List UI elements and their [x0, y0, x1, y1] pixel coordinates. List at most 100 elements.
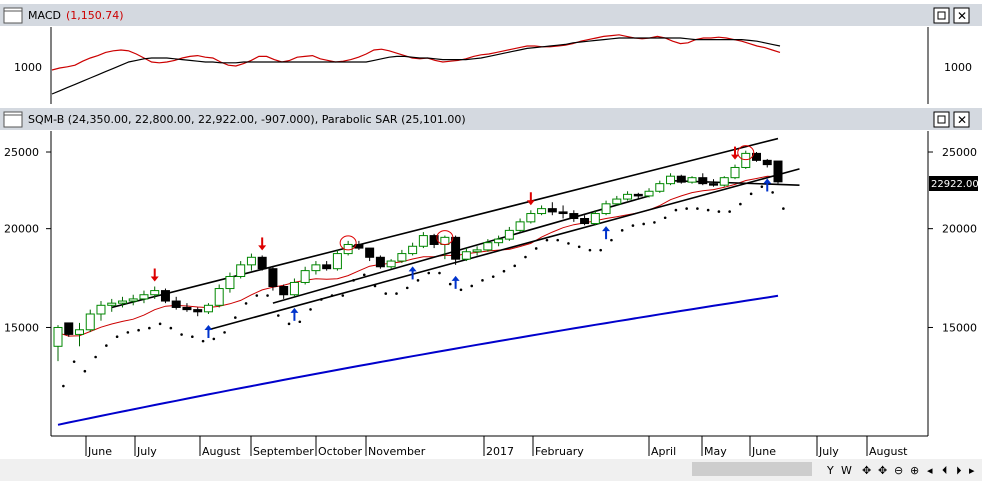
parabolic-sar-dot: [556, 238, 560, 242]
window-icon: [3, 7, 23, 24]
parabolic-sar-dot: [62, 384, 65, 388]
window-icon: [3, 111, 23, 128]
parabolic-sar-dot: [276, 314, 280, 317]
candle-up: [107, 302, 117, 306]
candle-up: [623, 193, 633, 200]
candle-down: [709, 183, 719, 186]
candle-up: [537, 208, 547, 215]
candle-down: [268, 268, 278, 288]
last-price-label: 22922.00: [931, 179, 979, 190]
x-axis-label: August: [202, 445, 241, 458]
parabolic-sar-dot: [771, 191, 774, 194]
parabolic-sar-dot: [137, 328, 140, 332]
pan-icon[interactable]: ✥: [862, 464, 871, 477]
parabolic-sar-dot: [534, 247, 538, 250]
candle-up: [730, 166, 740, 179]
toolbar-y[interactable]: Y: [826, 464, 834, 477]
scrollbar-thumb[interactable]: [692, 462, 812, 476]
candle-up: [300, 270, 310, 283]
candle-up: [655, 183, 665, 192]
macd-title: MACD: [28, 9, 61, 22]
candle-up: [483, 242, 493, 251]
close-icon-glyph: ✕: [957, 9, 967, 23]
parabolic-sar-dot: [201, 339, 205, 343]
candle-up: [590, 213, 600, 225]
bottom-scrollbar[interactable]: Y W ✥ ✥ ⊖ ⊕ ◂ ⏴ ⏵ ▸: [0, 459, 982, 481]
y-tick-label-left: 15000: [4, 321, 39, 334]
parabolic-sar-dot: [234, 316, 237, 319]
macd-y-label-left: 1000: [14, 61, 42, 74]
parabolic-sar-dot: [631, 224, 635, 227]
candle-down: [64, 322, 74, 335]
x-axis-label: September: [253, 445, 314, 458]
candle-down: [547, 208, 557, 213]
scroll-left-icon[interactable]: ◂: [927, 464, 933, 477]
candle-up: [408, 245, 418, 255]
parabolic-sar-dot: [717, 210, 721, 213]
toolbar-w[interactable]: W: [841, 464, 852, 477]
parabolic-sar-dot: [115, 335, 119, 339]
candle-up: [719, 177, 729, 186]
down-arrow-head: [258, 245, 267, 251]
parabolic-sar-dot: [491, 275, 495, 278]
candle-down: [193, 309, 203, 313]
parabolic-sar-dot: [341, 294, 345, 297]
x-axis-label: April: [651, 445, 676, 458]
parabolic-sar-dot: [244, 302, 248, 305]
maximize-icon[interactable]: [933, 111, 950, 128]
candle-down: [375, 256, 385, 268]
down-arrow-head: [526, 200, 535, 206]
parabolic-sar-dot: [502, 269, 506, 273]
candle-up: [85, 313, 95, 331]
move-icon[interactable]: ✥: [878, 464, 887, 477]
macd-panel: MACD (1,150.74) ✕ 1000 1000: [0, 0, 982, 106]
candle-up: [150, 290, 160, 296]
x-axis-label: July: [136, 445, 157, 458]
candle-up: [332, 253, 342, 270]
parabolic-sar-dot: [416, 279, 420, 282]
up-arrow-head: [204, 324, 213, 330]
parabolic-sar-dot: [642, 222, 645, 226]
parabolic-sar-dot: [599, 248, 602, 252]
parabolic-sar-dot: [405, 286, 409, 290]
parabolic-sar-dot: [524, 255, 527, 259]
candle-down: [365, 247, 375, 258]
scroll-right-icon[interactable]: ⏵: [956, 464, 962, 477]
macd-title-bar: [0, 4, 982, 26]
parabolic-sar-dot: [362, 273, 366, 277]
price-panel: SQM-B (24,350.00, 22,800.00, 22,922.00, …: [0, 108, 982, 436]
candle-up: [74, 329, 84, 335]
candle-up: [601, 203, 611, 215]
candle-up: [644, 190, 654, 197]
parabolic-sar-dot: [212, 337, 216, 341]
candle-up: [612, 198, 622, 205]
candle-up: [472, 249, 482, 253]
candle-down: [279, 286, 289, 296]
parabolic-sar-dot: [148, 326, 151, 330]
parabolic-sar-dot: [513, 264, 517, 268]
y-tick-label-right: 15000: [942, 321, 977, 334]
parabolic-sar-dot: [545, 238, 549, 242]
parabolic-sar-dot: [685, 207, 688, 210]
x-axis-label: June: [751, 445, 776, 458]
zoom-out-icon[interactable]: ⊖: [894, 464, 903, 477]
y-tick-label-left: 25000: [4, 146, 39, 159]
parabolic-sar-dot: [470, 284, 474, 288]
up-arrow-head: [408, 266, 417, 272]
zoom-in-icon[interactable]: ⊕: [910, 464, 919, 477]
scroll-end-icon[interactable]: ▸: [969, 464, 975, 477]
candle-up: [666, 175, 676, 185]
candle-up: [53, 326, 63, 347]
parabolic-sar-dot: [706, 208, 710, 212]
parabolic-sar-dot: [427, 271, 431, 275]
scroll-start-icon[interactable]: ⏴: [942, 464, 948, 477]
parabolic-sar-dot: [309, 308, 312, 311]
candle-down: [762, 159, 772, 166]
x-axis-label: October: [318, 445, 362, 458]
candle-up: [214, 288, 224, 306]
parabolic-sar-dot: [620, 229, 624, 232]
candle-down: [322, 264, 332, 270]
maximize-icon[interactable]: [933, 7, 950, 24]
macd-y-label-right: 1000: [944, 61, 972, 74]
candle-up: [526, 213, 536, 223]
